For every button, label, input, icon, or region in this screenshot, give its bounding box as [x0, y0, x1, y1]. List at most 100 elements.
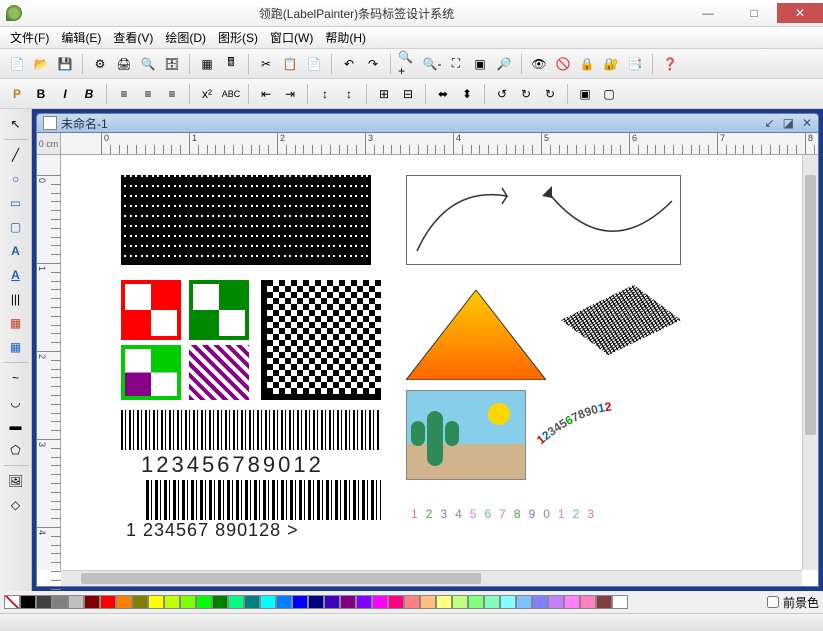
menu-edit[interactable]: 编辑(E): [55, 27, 107, 48]
print-button[interactable]: 🖨: [113, 53, 135, 75]
menu-file[interactable]: 文件(F): [4, 27, 55, 48]
rotate-180-button[interactable]: ↻: [515, 83, 537, 105]
lock-button[interactable]: 🔒: [576, 53, 598, 75]
shape-tool[interactable]: ◇: [4, 494, 28, 516]
color-swatch[interactable]: [500, 595, 516, 609]
help-button[interactable]: ❓: [659, 53, 681, 75]
color-swatch[interactable]: [516, 595, 532, 609]
color-swatch[interactable]: [20, 595, 36, 609]
barcode-tool[interactable]: |||: [4, 288, 28, 310]
redo-button[interactable]: ↷: [362, 53, 384, 75]
color-swatch[interactable]: [468, 595, 484, 609]
text-tool[interactable]: A: [4, 240, 28, 262]
doc-close-icon[interactable]: ✕: [802, 116, 812, 130]
curve-box[interactable]: [406, 175, 681, 265]
color-swatch[interactable]: [260, 595, 276, 609]
color-swatch[interactable]: [116, 595, 132, 609]
color-swatch[interactable]: [532, 595, 548, 609]
color-swatch[interactable]: [420, 595, 436, 609]
color-swatch[interactable]: [164, 595, 180, 609]
merge-button[interactable]: ⊞: [373, 83, 395, 105]
label-page[interactable]: 123456789012 1 234567 890128 > 123456: [71, 165, 802, 545]
close-button[interactable]: ✕: [777, 3, 823, 23]
color-swatch[interactable]: [100, 595, 116, 609]
color-swatch[interactable]: [68, 595, 84, 609]
color-swatch[interactable]: [84, 595, 100, 609]
color-swatch[interactable]: [244, 595, 260, 609]
menu-shape[interactable]: 图形(S): [212, 27, 264, 48]
datamatrix[interactable]: [261, 280, 381, 400]
rotate-90l-button[interactable]: ↺: [491, 83, 513, 105]
save-button[interactable]: 💾: [54, 53, 76, 75]
color-swatch[interactable]: [36, 595, 52, 609]
qr-tool[interactable]: ▦: [4, 312, 28, 334]
group-button[interactable]: ▣: [574, 83, 596, 105]
maximize-button[interactable]: □: [731, 3, 777, 23]
color-swatch[interactable]: [308, 595, 324, 609]
bold-button[interactable]: B: [30, 83, 52, 105]
settings-button[interactable]: ⚙: [89, 53, 111, 75]
color-swatch[interactable]: [292, 595, 308, 609]
unmerge-button[interactable]: ⊟: [397, 83, 419, 105]
roundrect-tool[interactable]: ▢: [4, 216, 28, 238]
menu-window[interactable]: 窗口(W): [264, 27, 319, 48]
foreground-toggle[interactable]: 前景色: [767, 594, 819, 611]
color-swatch[interactable]: [612, 595, 628, 609]
properties-button[interactable]: 📑: [624, 53, 646, 75]
scroll-thumb-v[interactable]: [805, 175, 816, 435]
align-h-button[interactable]: ⬌: [432, 83, 454, 105]
rect-tool[interactable]: ▭: [4, 192, 28, 214]
minimize-button[interactable]: —: [685, 3, 731, 23]
barcode-2-text[interactable]: 1 234567 890128 >: [126, 520, 299, 541]
arc-tool[interactable]: ◡: [4, 391, 28, 413]
image-tool[interactable]: 🖼: [4, 470, 28, 492]
color-swatch[interactable]: [228, 595, 244, 609]
open-button[interactable]: 📂: [30, 53, 52, 75]
qr-mixed2[interactable]: [189, 345, 249, 400]
horizontal-ruler[interactable]: 012345678: [61, 133, 818, 155]
cactus-image[interactable]: [406, 390, 526, 480]
color-swatch[interactable]: [132, 595, 148, 609]
color-swatch[interactable]: [340, 595, 356, 609]
foreground-checkbox[interactable]: [767, 596, 779, 608]
table-tool[interactable]: ▦: [4, 336, 28, 358]
line-tool[interactable]: ╱: [4, 144, 28, 166]
rainbow-text[interactable]: 1234567890123: [411, 497, 602, 525]
color-swatch[interactable]: [180, 595, 196, 609]
color-swatch[interactable]: [212, 595, 228, 609]
color-swatch[interactable]: [436, 595, 452, 609]
qr-mixed1[interactable]: [121, 345, 181, 400]
barcode-2[interactable]: [146, 480, 381, 520]
indent-right-button[interactable]: ⇥: [279, 83, 301, 105]
new-button[interactable]: 📄: [6, 53, 28, 75]
color-swatch[interactable]: [404, 595, 420, 609]
pdf417-barcode[interactable]: [121, 175, 371, 265]
diamond-hatch[interactable]: [548, 285, 693, 355]
vertical-scrollbar[interactable]: [802, 155, 818, 570]
color-swatch[interactable]: [564, 595, 580, 609]
color-swatch[interactable]: [196, 595, 212, 609]
qr-green[interactable]: [189, 280, 249, 340]
bold2-button[interactable]: B: [78, 83, 100, 105]
preview-button[interactable]: 🔍: [137, 53, 159, 75]
paste-button[interactable]: 📄: [303, 53, 325, 75]
vtext-tool[interactable]: A: [4, 264, 28, 286]
doc-minimize-icon[interactable]: ↙: [765, 116, 775, 130]
rotate-90r-button[interactable]: ↻: [539, 83, 561, 105]
lockall-button[interactable]: 🔐: [600, 53, 622, 75]
undo-button[interactable]: ↶: [338, 53, 360, 75]
horizontal-scrollbar[interactable]: [61, 570, 802, 586]
vertical-ruler[interactable]: 01234: [37, 155, 61, 570]
cut-button[interactable]: ✂: [255, 53, 277, 75]
barcode-1-text[interactable]: 123456789012: [141, 452, 324, 478]
color-swatch[interactable]: [324, 595, 340, 609]
menu-view[interactable]: 查看(V): [107, 27, 159, 48]
space-up-button[interactable]: ↕: [314, 83, 336, 105]
copy-button[interactable]: 📋: [279, 53, 301, 75]
qr-red[interactable]: [121, 280, 181, 340]
polygon-tool[interactable]: ⬠: [4, 439, 28, 461]
color-swatch[interactable]: [372, 595, 388, 609]
color-swatch[interactable]: [580, 595, 596, 609]
color-swatch[interactable]: [596, 595, 612, 609]
document-tab[interactable]: 未命名-1 ↙ ◪ ✕: [36, 113, 819, 133]
